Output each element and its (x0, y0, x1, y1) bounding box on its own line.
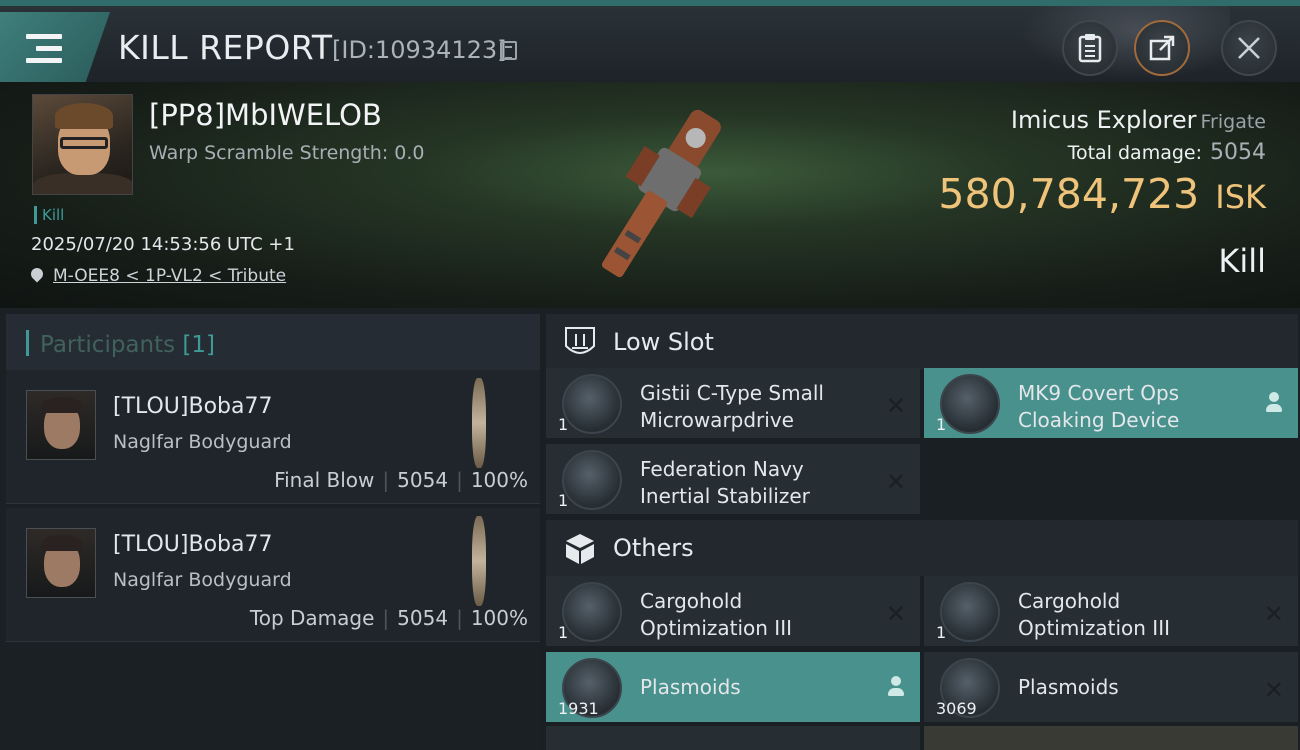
participant-damage: 5054 (397, 468, 449, 492)
slot-qty: 1 (558, 491, 569, 510)
slot-qty: 1 (558, 415, 569, 434)
location: M-OEE8 < 1P-VL2 < Tribute (31, 266, 286, 286)
slot-qty: 1931 (558, 699, 599, 718)
cargohold-rig-icon (562, 582, 622, 642)
close-icon (1238, 37, 1260, 59)
slot-item[interactable]: 1 Federation Navy Inertial Stabilizer ✕ (546, 444, 920, 516)
participant-stats: Top Damage | 5054 | 100% (249, 606, 528, 630)
isk-value: 580,784,723 ISK (938, 170, 1266, 218)
participant-stats: Final Blow | 5054 | 100% (274, 468, 528, 492)
victim-summary: [PP8]MbIWELOB Warp Scramble Strength: 0.… (0, 82, 1300, 308)
victim-name[interactable]: [PP8]MbIWELOB (149, 98, 382, 132)
participant-ship: Naglfar Bodyguard (113, 431, 292, 453)
slot-item-partial[interactable] (546, 726, 920, 750)
participant-name: [TLOU]Boba77 (113, 394, 273, 419)
page-title: KILL REPORT (118, 28, 333, 67)
participant-ship-image (472, 516, 486, 606)
participant-role: Final Blow (274, 468, 375, 492)
slot-qty: 1 (936, 415, 947, 434)
participants-header: Participants [1] (6, 314, 540, 372)
menu-tab[interactable] (0, 12, 110, 82)
inertial-stabilizer-icon (562, 450, 622, 510)
total-damage: Total damage: 5054 (1068, 140, 1266, 165)
destroyed-icon: ✕ (885, 468, 906, 496)
participant-role: Top Damage (249, 606, 375, 630)
slot-qty: 1 (558, 623, 569, 642)
slot-item[interactable]: 1 MK9 Covert Ops Cloaking Device (924, 368, 1298, 440)
low-slot-title: Low Slot (613, 328, 714, 356)
fitting-panel: Low Slot 1 Gistii C-Type Small Microwarpd… (540, 308, 1300, 750)
clipboard-icon (1078, 34, 1102, 63)
slot-item[interactable]: 1 Cargohold Optimization III ✕ (546, 576, 920, 648)
participant-row[interactable]: [TLOU]Boba77 Naglfar Bodyguard Final Blo… (6, 370, 540, 504)
participant-percent: 100% (470, 468, 528, 492)
participant-percent: 100% (470, 606, 528, 630)
slot-qty: 3069 (936, 699, 977, 718)
destroyed-icon: ✕ (885, 392, 906, 420)
dropped-person-icon (1266, 392, 1282, 414)
slot-item-name: Gistii C-Type Small Microwarpdrive (640, 381, 824, 432)
cloaking-device-icon (940, 374, 1000, 434)
participant-damage: 5054 (397, 606, 449, 630)
low-slot-header: Low Slot (546, 314, 1298, 370)
others-header: Others (546, 520, 1298, 576)
victim-ship: Imicus Explorer Frigate (1011, 106, 1266, 134)
slot-qty: 1 (936, 623, 947, 642)
result-label: Kill (1218, 242, 1266, 280)
slot-item-name: Plasmoids (640, 675, 741, 699)
participants-count: [1] (182, 332, 216, 358)
location-pin-icon (31, 268, 43, 284)
participants-title: Participants [1] (40, 332, 215, 358)
copy-icon[interactable] (500, 41, 517, 60)
slot-item[interactable]: 1 Cargohold Optimization III ✕ (924, 576, 1298, 648)
destroyed-icon: ✕ (1263, 676, 1284, 704)
victim-ship-image (601, 109, 721, 278)
slot-item-name: MK9 Covert Ops Cloaking Device (1018, 381, 1180, 432)
others-title: Others (613, 534, 694, 562)
kill-tag: Kill (34, 206, 64, 224)
microwarpdrive-icon (562, 374, 622, 434)
total-damage-value: 5054 (1210, 140, 1266, 165)
total-damage-label: Total damage: (1067, 142, 1202, 164)
share-button[interactable] (1134, 20, 1190, 76)
slot-item-name: Federation Navy Inertial Stabilizer (640, 457, 810, 508)
share-icon (1149, 35, 1175, 61)
kill-datetime: 2025/07/20 14:53:56 UTC +1 (31, 234, 295, 255)
participant-avatar[interactable] (26, 528, 96, 598)
slot-item[interactable]: 1931 Plasmoids (546, 652, 920, 724)
location-link[interactable]: M-OEE8 < 1P-VL2 < Tribute (53, 266, 286, 286)
menu-icon[interactable] (26, 34, 62, 64)
report-id: [ID:10934123] (332, 36, 507, 64)
isk-unit: ISK (1215, 178, 1266, 216)
slot-item-name: Plasmoids (1018, 675, 1119, 699)
destroyed-icon: ✕ (885, 600, 906, 628)
slot-item[interactable]: 1 Gistii C-Type Small Microwarpdrive ✕ (546, 368, 920, 440)
dropped-person-icon (888, 676, 904, 698)
participant-row[interactable]: [TLOU]Boba77 Naglfar Bodyguard Top Damag… (6, 508, 540, 642)
victim-avatar[interactable] (32, 94, 133, 195)
cube-icon (566, 534, 594, 564)
slot-item-partial[interactable] (924, 726, 1298, 750)
victim-ship-name: Imicus Explorer (1010, 106, 1197, 134)
cargohold-rig-icon (940, 582, 1000, 642)
victim-ship-class: Frigate (1200, 111, 1266, 133)
close-button[interactable] (1221, 20, 1277, 76)
participant-ship: Naglfar Bodyguard (113, 569, 292, 591)
clipboard-button[interactable] (1062, 20, 1118, 76)
warp-scramble-strength: Warp Scramble Strength: 0.0 (149, 142, 425, 164)
slot-item-name: Cargohold Optimization III (640, 589, 792, 640)
participants-label: Participants (40, 332, 176, 358)
slot-item[interactable]: 3069 Plasmoids ✕ (924, 652, 1298, 724)
destroyed-icon: ✕ (1263, 600, 1284, 628)
top-bar: KILL REPORT [ID:10934123] (0, 0, 1300, 88)
participants-panel: Participants [1] [TLOU]Boba77 Naglfar Bo… (0, 308, 540, 750)
slot-item-name: Cargohold Optimization III (1018, 589, 1170, 640)
participant-ship-image (472, 378, 486, 468)
isk-amount: 580,784,723 (938, 170, 1200, 218)
low-slot-icon (565, 327, 595, 354)
participant-avatar[interactable] (26, 390, 96, 460)
participant-name: [TLOU]Boba77 (113, 532, 273, 557)
